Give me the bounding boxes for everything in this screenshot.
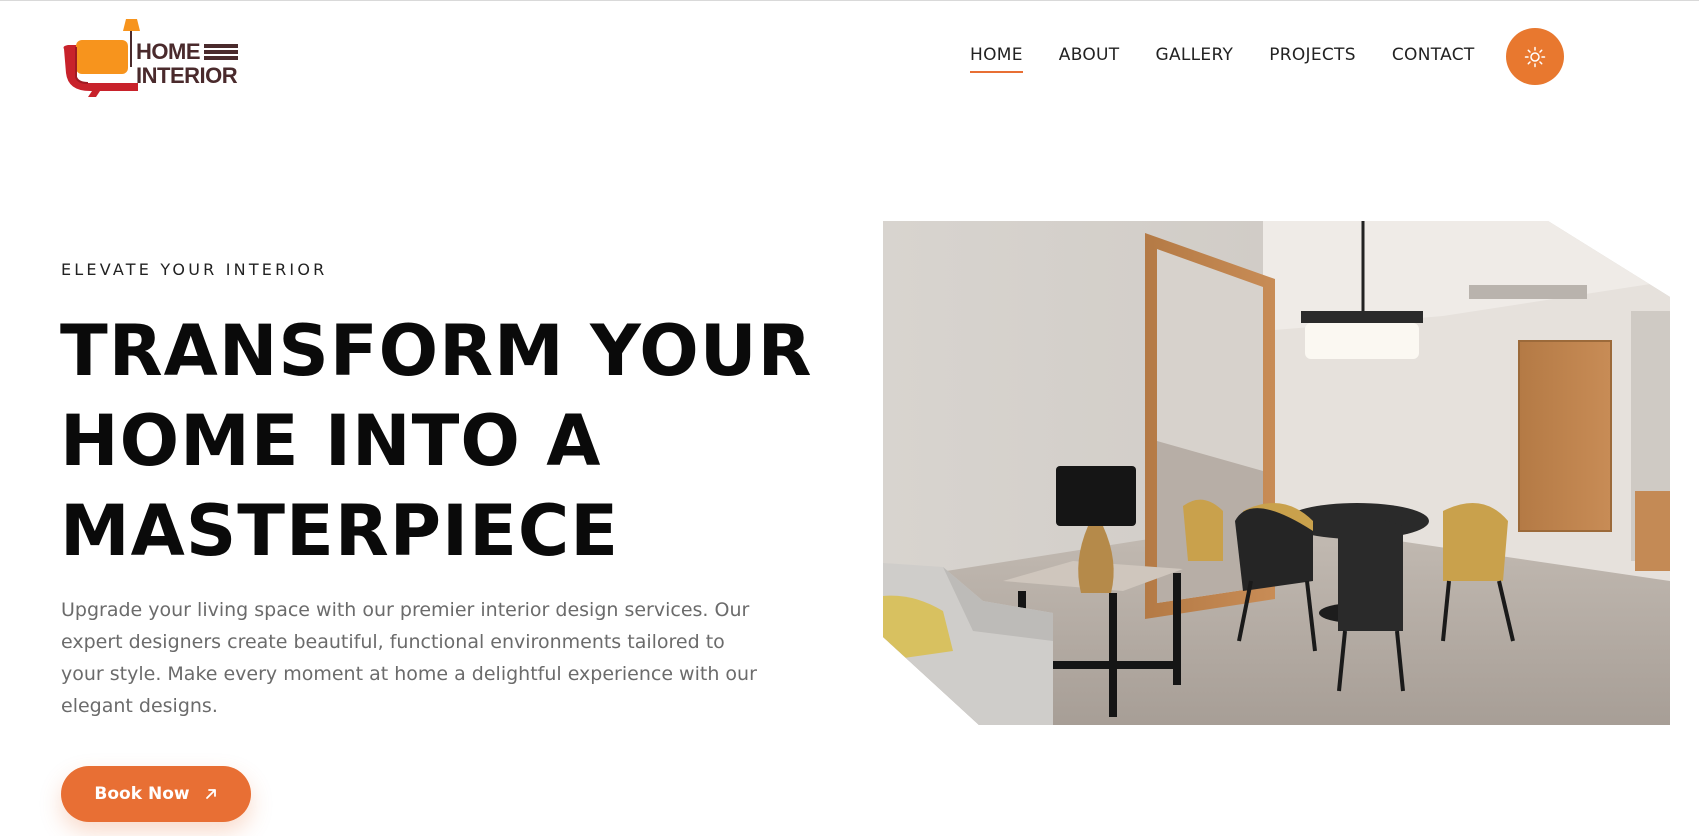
theme-toggle-button[interactable] [1506,28,1564,85]
hero-headline: TRANSFORM YOUR HOME INTO A MASTERPIECE [60,306,813,576]
dining-room-photo [883,221,1670,725]
nav-item-contact[interactable]: CONTACT [1392,45,1475,65]
arrow-up-right-icon [205,789,216,799]
brand-line1: HOME [136,39,201,64]
brand-logo[interactable]: HOME INTERIOR [62,17,242,99]
nav-item-about[interactable]: ABOUT [1059,45,1120,65]
nav-item-gallery[interactable]: GALLERY [1155,45,1233,65]
book-now-label: Book Now [94,784,190,804]
brand-line2: INTERIOR [136,63,238,88]
brand-wordmark: HOME INTERIOR [136,41,238,87]
headline-line-3: MASTERPIECE [60,490,620,572]
nav-item-projects[interactable]: PROJECTS [1269,45,1356,65]
sun-icon [1524,46,1546,67]
hero-eyebrow: ELEVATE YOUR INTERIOR [61,260,328,279]
hero-description: Upgrade your living space with our premi… [61,599,757,717]
headline-line-1: TRANSFORM YOUR [60,310,813,392]
nav-item-home[interactable]: HOME [970,45,1023,73]
book-now-button[interactable]: Book Now [61,766,251,822]
brand-bars [204,44,238,60]
headline-line-2: HOME INTO A [60,400,602,482]
sofa-lamp-icon [63,19,140,97]
main-nav: HOME ABOUT GALLERY PROJECTS CONTACT [970,45,1511,73]
